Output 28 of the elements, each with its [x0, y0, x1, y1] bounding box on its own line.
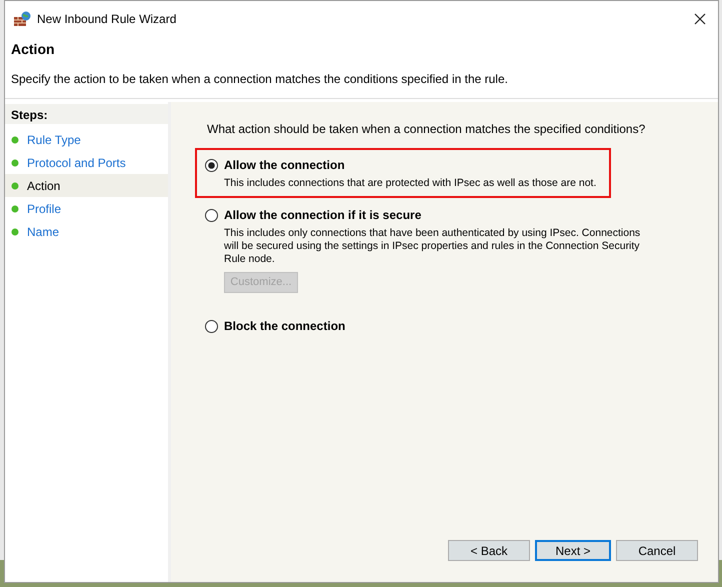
status-dot-icon — [11, 158, 19, 166]
option-description: This includes only connections that have been authenticated by using IPsec. Connections will be secured using the settings in IPsec properties and rules in the Connection Security Rule node. — [224, 227, 642, 266]
status-dot-icon — [11, 182, 19, 190]
wizard-button[interactable]: Cancel — [616, 540, 698, 561]
step-item[interactable]: Rule Type — [5, 128, 168, 151]
steps-heading: Steps: — [11, 107, 48, 124]
option-label[interactable]: Allow the connection if it is secure — [224, 206, 422, 224]
status-dot-icon — [11, 204, 19, 212]
step-item[interactable]: Action — [5, 174, 168, 197]
option-label[interactable]: Block the connection — [224, 317, 346, 335]
radio-button[interactable] — [205, 320, 218, 332]
radio-button[interactable] — [205, 208, 218, 222]
status-dot-icon — [11, 228, 19, 236]
option-description: This includes connections that are protected with IPsec as well as those are not. — [224, 177, 598, 190]
window-title: New Inbound Rule Wizard — [37, 10, 176, 28]
step-item[interactable]: Name — [5, 220, 168, 243]
wizard-button[interactable]: < Back — [448, 540, 530, 561]
step-item[interactable]: Profile — [5, 197, 168, 220]
page-description: Specify the action to be taken when a connection matches the conditions specified in the rule. — [11, 71, 509, 88]
close-icon[interactable] — [694, 12, 706, 24]
step-item[interactable]: Protocol and Ports — [5, 151, 168, 174]
wizard-button[interactable]: Next > — [535, 540, 611, 561]
radio-button[interactable] — [205, 158, 218, 172]
status-dot-icon — [11, 136, 19, 144]
page-heading: Action — [11, 40, 56, 59]
firewall-icon — [13, 10, 31, 26]
option-label[interactable]: Allow the connection — [224, 156, 345, 174]
question-text: What action should be taken when a connection matches the specified conditions? — [207, 121, 646, 138]
